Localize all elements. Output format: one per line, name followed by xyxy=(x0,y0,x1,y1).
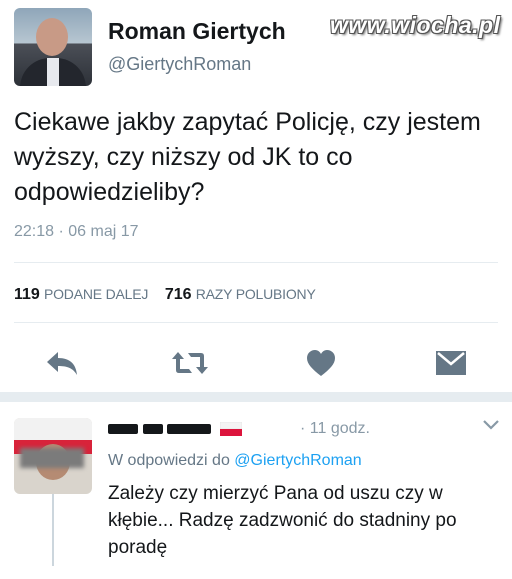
author-avatar[interactable] xyxy=(14,8,92,86)
in-reply-to: W odpowiedzi do @GiertychRoman xyxy=(108,452,362,470)
retweets-label[interactable]: PODANE DALEJ xyxy=(44,286,148,302)
divider xyxy=(14,262,498,263)
retweet-button[interactable] xyxy=(170,343,210,383)
author-handle[interactable]: @GiertychRoman xyxy=(108,54,251,75)
tweet-timestamp[interactable]: 22:18 · 06 maj 17 xyxy=(14,223,139,241)
redaction-bar xyxy=(167,423,212,434)
direct-message-button[interactable] xyxy=(431,343,471,383)
tweet-stats: 119 PODANE DALEJ 716 RAZY POLUBIONY xyxy=(14,286,316,304)
in-reply-prefix: W odpowiedzi do xyxy=(108,452,230,469)
avatar-flag-white xyxy=(14,418,92,440)
reply-time[interactable]: · 11 godz. xyxy=(300,420,370,438)
thread-line xyxy=(52,494,54,566)
reply-button[interactable] xyxy=(42,343,82,383)
redaction-bar xyxy=(142,423,163,434)
chevron-down-icon xyxy=(483,420,499,430)
poland-flag-icon xyxy=(220,421,243,436)
likes-label[interactable]: RAZY POLUBIONY xyxy=(196,286,316,302)
reply-text: Zależy czy mierzyć Pana od uszu czy w kł… xyxy=(108,483,457,558)
avatar-shirt xyxy=(47,58,59,86)
redaction-bar xyxy=(108,423,138,434)
retweets-count[interactable]: 119 xyxy=(14,286,40,303)
in-reply-handle-link[interactable]: @GiertychRoman xyxy=(234,452,361,469)
retweet-icon xyxy=(172,352,208,374)
reply-author-avatar[interactable] xyxy=(14,418,92,494)
reply-author-name-redacted[interactable] xyxy=(108,418,243,438)
likes-count[interactable]: 716 xyxy=(165,286,192,303)
watermark: www.wiocha.pl xyxy=(330,12,501,38)
divider xyxy=(14,322,498,323)
tweet-text: Ciekawe jakby zapytać Policję, czy jeste… xyxy=(14,108,481,206)
more-options-button[interactable] xyxy=(482,418,500,436)
like-icon xyxy=(307,350,335,376)
section-divider xyxy=(0,392,512,402)
reply-icon xyxy=(47,352,77,375)
avatar-redaction xyxy=(20,448,84,468)
avatar-face xyxy=(36,18,68,56)
author-name[interactable]: Roman Giertych xyxy=(108,18,286,45)
direct-message-icon xyxy=(436,351,466,375)
action-bar xyxy=(0,343,512,383)
like-button[interactable] xyxy=(301,343,341,383)
